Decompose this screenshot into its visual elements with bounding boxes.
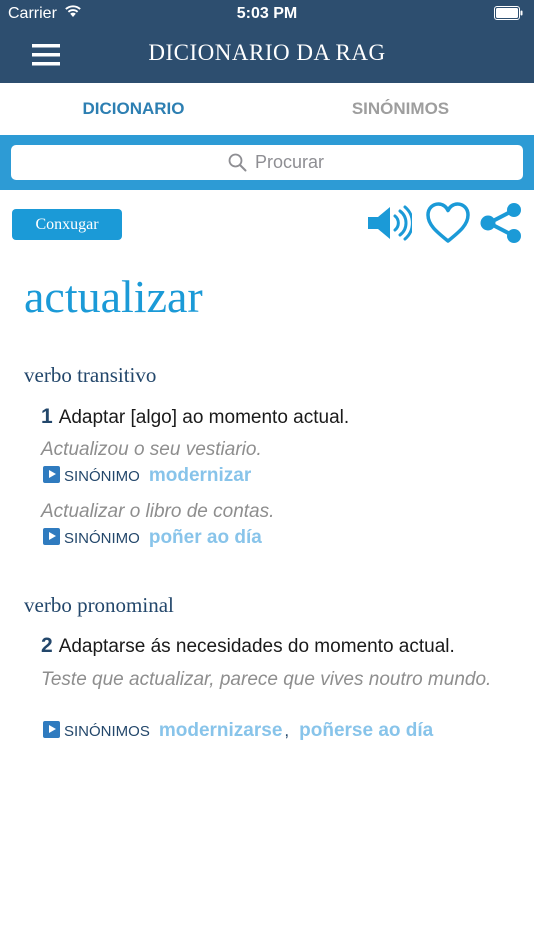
synonym-link[interactable]: poñerse ao día [299,720,433,742]
synonym-link[interactable]: poñer ao día [149,527,262,549]
search-icon [228,153,247,172]
search-input[interactable] [11,145,523,180]
sense-definition: 2 Adaptarse ás necesidades do momento act… [41,634,455,658]
status-bar: Carrier 5:03 PM [0,0,534,28]
synonym-row: SINÓNIMOS modernizarse , poñerse ao día [43,719,433,742]
synonym-label: SINÓNIMO [64,530,140,547]
share-icon[interactable] [478,202,524,244]
conjugate-button[interactable]: Conxugar [12,209,122,240]
synonym-label: SINÓNIMOS [64,723,150,740]
synonym-link[interactable]: modernizarse [159,720,283,742]
synonym-row: SINÓNIMO poñer ao día [43,526,262,549]
part-of-speech: verbo pronominal [24,593,174,617]
synonym-label: SINÓNIMO [64,468,140,485]
nav-bar: DICIONARIO DA RAG [0,28,534,83]
example-sentence: Actualizar o libro de contas. [41,501,275,522]
play-icon [43,466,60,483]
page-title: DICIONARIO DA RAG [148,40,386,65]
hamburger-menu-icon[interactable] [28,40,64,70]
app-header: Carrier 5:03 PM DICIONARIO DA RAG [0,0,534,83]
example-sentence: Teste que actualizar, parece que vives n… [41,669,492,690]
sense-definition: 1 Adaptar [algo] ao momento actual. [41,405,349,429]
status-time: 5:03 PM [236,5,298,22]
tab-dicionario[interactable]: DICIONARIO [0,83,267,135]
synonym-row: SINÓNIMO modernizar [43,464,251,487]
speaker-icon[interactable] [366,203,412,243]
sense-number: 1 [41,405,53,428]
definition-text: Adaptar [algo] ao momento actual. [58,407,350,428]
synonym-link[interactable]: modernizar [149,465,251,487]
headword: actualizar [24,271,203,322]
search-box [11,145,523,180]
play-icon [43,528,60,545]
definition-text: Adaptarse ás necesidades do momento actu… [58,636,455,657]
battery-icon [494,6,523,20]
tab-sinonimos[interactable]: SINÓNIMOS [267,83,534,135]
sense-number: 2 [41,634,53,657]
play-icon [43,721,60,738]
example-sentence: Actualizou o seu vestiario. [41,439,262,460]
favorite-heart-icon[interactable] [425,201,471,245]
synonym-separator: , [284,721,290,740]
search-band [0,135,534,190]
tab-bar: DICIONARIO SINÓNIMOS [0,83,534,135]
part-of-speech: verbo transitivo [24,363,157,387]
